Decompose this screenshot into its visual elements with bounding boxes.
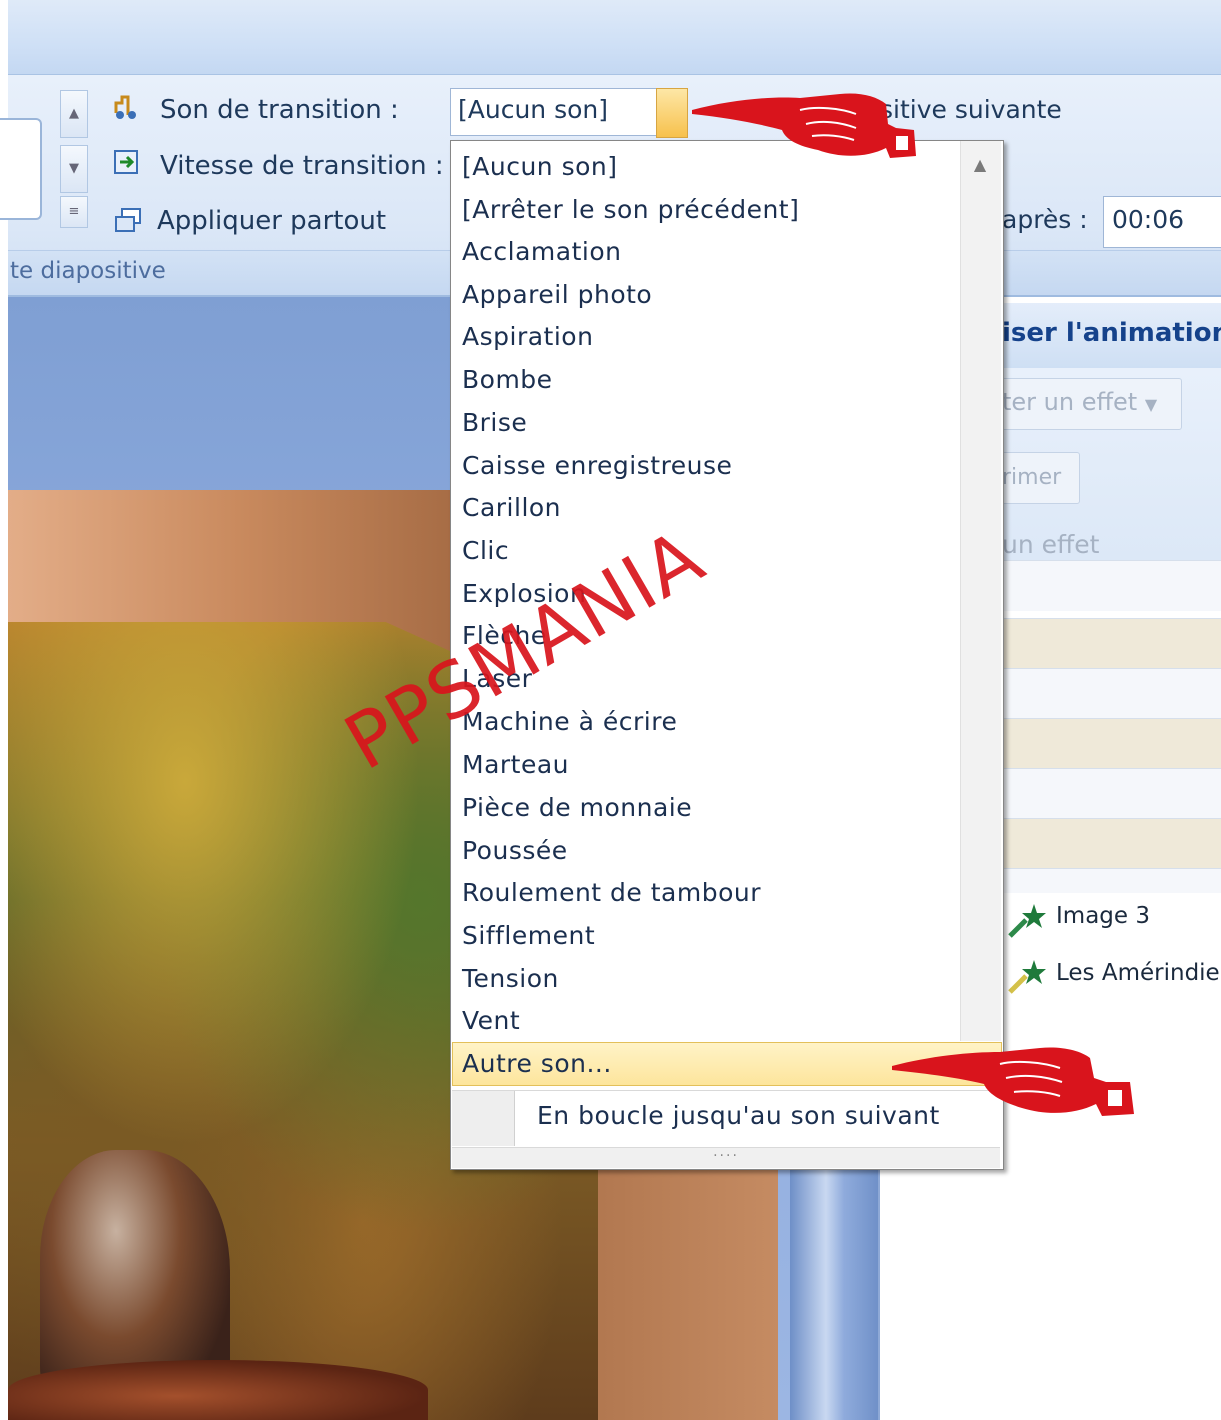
sound-transition-label: Son de transition : [160, 95, 399, 125]
add-effect-label: ter un effet ▼ [1002, 388, 1158, 416]
dropdown-item[interactable]: Bombe [462, 365, 553, 394]
speed-icon [112, 148, 140, 176]
green-star-icon [1008, 902, 1048, 938]
workspace-scrollbar[interactable] [790, 1170, 880, 1420]
dropdown-item[interactable]: Poussée [462, 836, 568, 865]
sound-combo-value: [Aucun son] [458, 95, 608, 124]
dropdown-item[interactable]: Acclamation [462, 237, 621, 266]
loop-until-next-item[interactable]: En boucle jusqu'au son suivant [537, 1101, 940, 1130]
gallery-more-button[interactable]: ≡ [60, 196, 88, 228]
dropdown-item[interactable]: Pièce de monnaie [462, 793, 692, 822]
loop-checkbox-area[interactable] [452, 1091, 515, 1146]
dropdown-item[interactable]: [Aucun son] [462, 152, 618, 181]
ribbon-group-label: te diapositive [10, 258, 166, 284]
yellow-star-icon [1008, 958, 1048, 994]
horse-figure [8, 1360, 428, 1420]
dropdown-item[interactable]: Appareil photo [462, 280, 652, 309]
animation-list-item[interactable]: Les Amérindie [1056, 960, 1220, 986]
dropdown-item[interactable]: Vent [462, 1006, 520, 1035]
dropdown-resize-grip[interactable]: ···· [452, 1147, 1000, 1168]
pointing-hand-icon [690, 84, 916, 164]
sound-combo-dropdown-button[interactable] [656, 88, 688, 138]
dropdown-item[interactable]: Carillon [462, 493, 561, 522]
dropdown-item[interactable]: Brise [462, 408, 527, 437]
dropdown-item[interactable]: Roulement de tambour [462, 878, 761, 907]
apply-all-icon [112, 205, 141, 233]
gallery-scroll-up-button[interactable]: ▲ [60, 90, 88, 138]
dropdown-scrollbar[interactable] [960, 141, 1001, 1041]
sound-icon [112, 93, 140, 121]
dropdown-item[interactable]: Aspiration [462, 322, 593, 351]
other-sound-item[interactable]: Autre son... [462, 1049, 612, 1078]
advance-after-label: après : [1002, 205, 1088, 234]
animation-list-item[interactable]: Image 3 [1056, 903, 1150, 929]
speed-transition-label[interactable]: Vitesse de transition : [160, 151, 444, 181]
dropdown-item[interactable]: Clic [462, 536, 509, 565]
gallery-scroll-down-button[interactable]: ▼ [60, 145, 88, 193]
dropdown-item[interactable]: Sifflement [462, 921, 595, 950]
dropdown-item[interactable]: [Arrêter le son précédent] [462, 195, 799, 224]
dropdown-item[interactable]: Marteau [462, 750, 569, 779]
dropdown-scroll-up-icon[interactable]: ▲ [968, 155, 992, 175]
apply-all-button[interactable]: Appliquer partout [157, 206, 386, 236]
task-pane-title: iser l'animation [1002, 318, 1221, 348]
pointing-hand-icon [890, 1036, 1134, 1116]
advance-after-value: 00:06 [1112, 205, 1185, 234]
dropdown-item[interactable]: Tension [462, 964, 559, 993]
transition-gallery[interactable] [0, 118, 42, 220]
delete-effect-label: rimer [1002, 465, 1062, 490]
title-bar [8, 0, 1221, 75]
modify-effect-label: un effet [1002, 530, 1100, 559]
dropdown-item[interactable]: Caisse enregistreuse [462, 451, 732, 480]
